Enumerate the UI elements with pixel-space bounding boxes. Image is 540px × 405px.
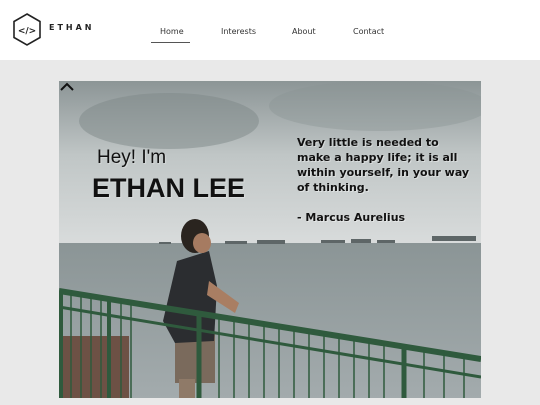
quote-line: of thinking. [297, 181, 369, 194]
brand-name[interactable]: ETHAN [49, 23, 95, 32]
deck [59, 336, 129, 398]
logo-glyph: </> [18, 27, 36, 37]
hexagon-code-icon[interactable]: </> [12, 13, 42, 46]
nav-active-underline [151, 42, 190, 43]
hero-quote: Very little is needed to make a happy li… [297, 135, 472, 195]
hero-greeting: Hey! I'm [97, 147, 167, 168]
hero-photo [59, 81, 481, 398]
hero-name: ETHAN LEE [92, 173, 246, 203]
quote-line: within yourself, in your way [297, 166, 470, 179]
site-header: </> ETHAN Home Interests About Contact [0, 0, 540, 60]
quote-author: - Marcus Aurelius [297, 211, 406, 224]
quote-line: make a happy life; it is all [297, 151, 458, 164]
nav-contact[interactable]: Contact [353, 27, 384, 36]
chevron-up-icon[interactable] [59, 81, 75, 93]
nav-home[interactable]: Home [160, 27, 184, 36]
quote-line: Very little is needed to [297, 136, 439, 149]
nav-interests[interactable]: Interests [221, 27, 256, 36]
hero-image: Hey! I'm ETHAN LEE Very little is needed… [59, 81, 481, 398]
nav-about[interactable]: About [292, 27, 316, 36]
